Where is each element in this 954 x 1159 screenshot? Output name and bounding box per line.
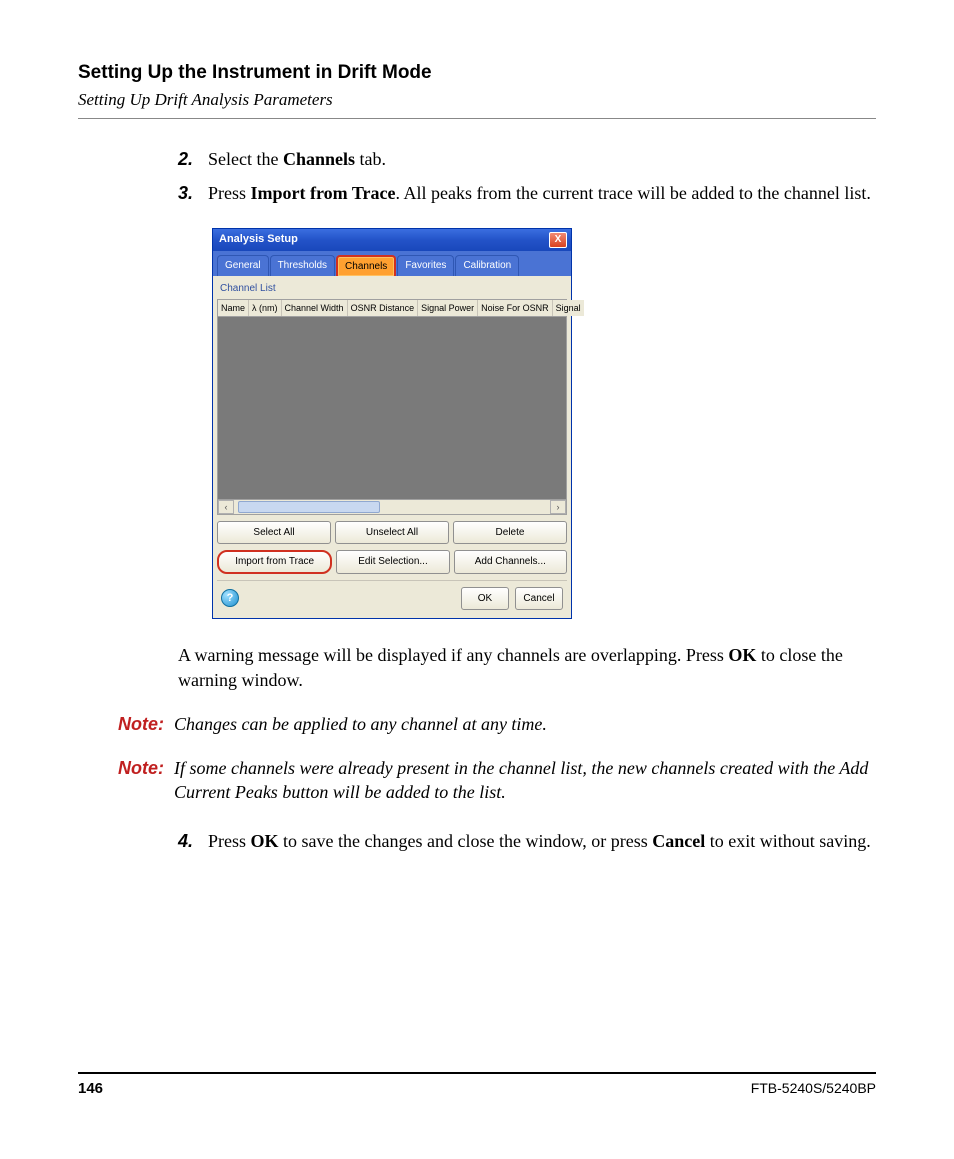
note-1: Note: Changes can be applied to any chan… <box>118 712 876 736</box>
col-signal-power[interactable]: Signal Power <box>418 300 478 316</box>
ok-button[interactable]: OK <box>461 587 509 611</box>
step-4: 4. Press OK to save the changes and clos… <box>178 829 876 853</box>
note-label: Note: <box>118 712 174 736</box>
scroll-thumb[interactable] <box>238 501 380 513</box>
footer-divider <box>78 1072 876 1074</box>
step-text: Press Import from Trace. All peaks from … <box>208 181 876 205</box>
col-osnr-distance[interactable]: OSNR Distance <box>348 300 419 316</box>
scroll-right-icon[interactable]: › <box>550 500 566 514</box>
step-number: 2. <box>178 147 208 171</box>
scroll-left-icon[interactable]: ‹ <box>218 500 234 514</box>
step-text: Select the Channels tab. <box>208 147 876 171</box>
step-text: Press OK to save the changes and close t… <box>208 829 876 853</box>
col-channel-width[interactable]: Channel Width <box>282 300 348 316</box>
delete-button[interactable]: Delete <box>453 521 567 545</box>
col-lambda[interactable]: λ (nm) <box>249 300 282 316</box>
col-signal[interactable]: Signal <box>553 300 584 316</box>
help-icon[interactable]: ? <box>221 589 239 607</box>
table-body <box>217 316 567 500</box>
note-2: Note: If some channels were already pres… <box>118 756 876 805</box>
table-header: Name λ (nm) Channel Width OSNR Distance … <box>217 299 567 316</box>
tab-strip: General Thresholds Channels Favorites Ca… <box>213 251 571 277</box>
analysis-setup-dialog: Analysis Setup X General Thresholds Chan… <box>212 228 572 620</box>
cancel-button[interactable]: Cancel <box>515 587 563 611</box>
import-from-trace-button[interactable]: Import from Trace <box>217 550 332 574</box>
page-subtitle: Setting Up Drift Analysis Parameters <box>78 90 876 110</box>
step-number: 4. <box>178 829 208 853</box>
page-title: Setting Up the Instrument in Drift Mode <box>78 62 876 84</box>
edit-selection-button[interactable]: Edit Selection... <box>336 550 449 574</box>
tab-channels[interactable]: Channels <box>336 255 396 277</box>
note-text: If some channels were already present in… <box>174 756 876 805</box>
dialog-titlebar[interactable]: Analysis Setup X <box>213 229 571 251</box>
tab-calibration[interactable]: Calibration <box>455 255 519 277</box>
note-label: Note: <box>118 756 174 805</box>
divider <box>78 118 876 119</box>
select-all-button[interactable]: Select All <box>217 521 331 545</box>
tab-thresholds[interactable]: Thresholds <box>270 255 335 277</box>
note-text: Changes can be applied to any channel at… <box>174 712 876 736</box>
unselect-all-button[interactable]: Unselect All <box>335 521 449 545</box>
close-icon[interactable]: X <box>549 232 567 248</box>
group-label: Channel List <box>217 280 567 299</box>
add-channels-button[interactable]: Add Channels... <box>454 550 567 574</box>
page-number: 146 <box>78 1080 103 1097</box>
col-name[interactable]: Name <box>218 300 249 316</box>
warning-paragraph: A warning message will be displayed if a… <box>178 643 876 692</box>
tab-general[interactable]: General <box>217 255 269 277</box>
step-2: 2. Select the Channels tab. <box>178 147 876 171</box>
step-3: 3. Press Import from Trace. All peaks fr… <box>178 181 876 205</box>
tab-favorites[interactable]: Favorites <box>397 255 454 277</box>
step-number: 3. <box>178 181 208 205</box>
col-noise-osnr[interactable]: Noise For OSNR <box>478 300 553 316</box>
document-id: FTB-5240S/5240BP <box>751 1080 876 1097</box>
dialog-title: Analysis Setup <box>219 232 298 247</box>
horizontal-scrollbar[interactable]: ‹ › <box>217 500 567 515</box>
